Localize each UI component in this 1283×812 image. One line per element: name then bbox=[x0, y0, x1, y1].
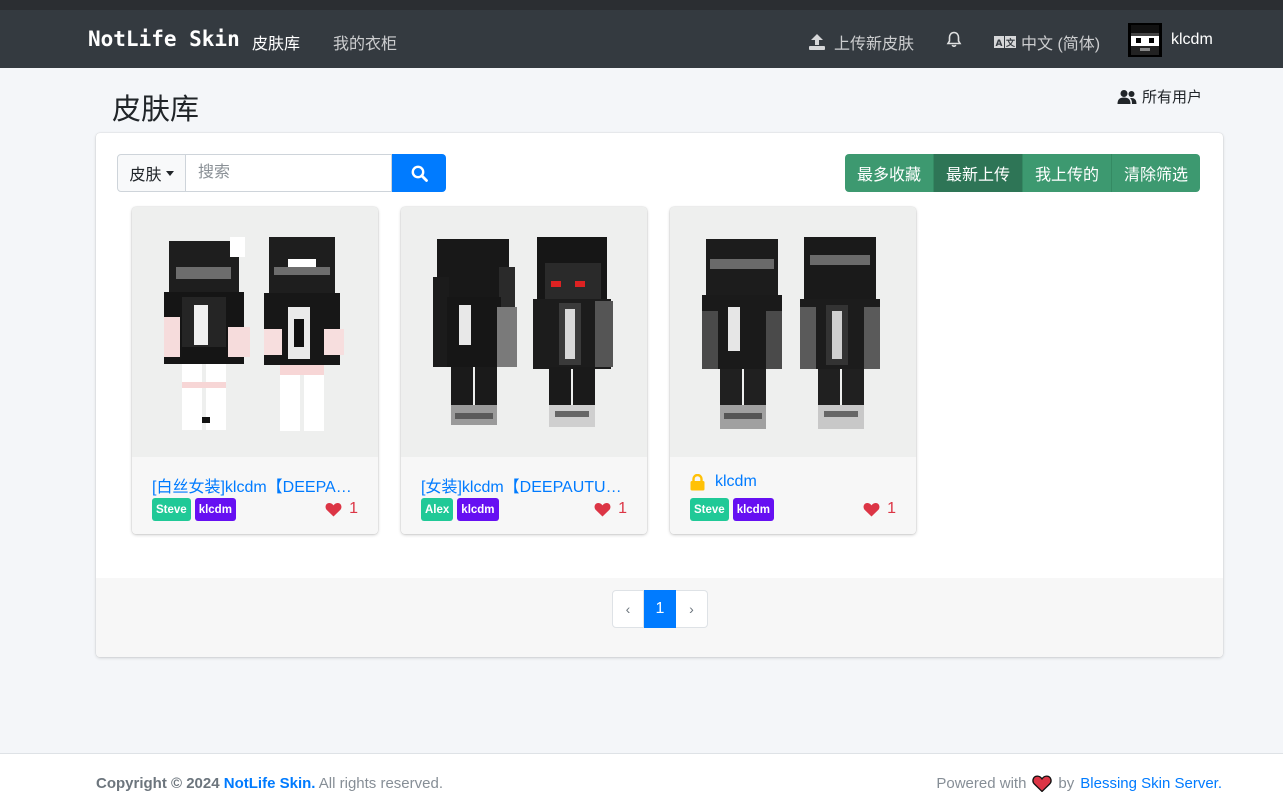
skin-card[interactable]: [女装]klcdm【DEEPAUTUMN】 Alex klcdm 1 bbox=[401, 207, 647, 534]
lock-icon bbox=[690, 473, 705, 490]
rights-text: All rights reserved. bbox=[318, 775, 443, 792]
skin-preview[interactable] bbox=[401, 207, 647, 457]
language-selector[interactable]: A 文 中文 (简体) bbox=[994, 30, 1100, 54]
like-count-value: 1 bbox=[618, 500, 627, 517]
heart-icon bbox=[1032, 775, 1053, 792]
skin-info: [白丝女装]klcdm【DEEPAUTUMN】 Steve klcdm 1 bbox=[132, 457, 378, 534]
skin-card[interactable]: [白丝女装]klcdm【DEEPAUTUMN】 Steve klcdm 1 bbox=[132, 207, 378, 534]
sort-most-liked-button[interactable]: 最多收藏 bbox=[845, 154, 935, 192]
user-menu[interactable]: klcdm bbox=[1128, 23, 1213, 57]
skin-badges: Steve klcdm bbox=[690, 498, 774, 521]
nav-link-closet[interactable]: 我的衣柜 bbox=[333, 30, 397, 54]
model-badge: Steve bbox=[690, 498, 729, 521]
skin-info: [女装]klcdm【DEEPAUTUMN】 Alex klcdm 1 bbox=[401, 457, 647, 534]
next-page-button[interactable]: › bbox=[676, 590, 708, 628]
svg-text:A: A bbox=[996, 39, 1003, 49]
copyright-text: Copyright © 2024 NotLife Skin. All right… bbox=[96, 775, 443, 792]
prev-page-button[interactable]: ‹ bbox=[612, 590, 644, 628]
uploader-badge[interactable]: klcdm bbox=[194, 498, 236, 521]
clear-filters-button[interactable]: 清除筛选 bbox=[1112, 154, 1201, 192]
skin-info: klcdm Steve klcdm 1 bbox=[670, 457, 916, 534]
bell-icon bbox=[946, 31, 962, 47]
page-title: 皮肤库 bbox=[112, 94, 200, 126]
like-count[interactable]: 1 bbox=[594, 500, 627, 518]
site-footer: Copyright © 2024 NotLife Skin. All right… bbox=[0, 753, 1283, 812]
blessing-skin-link[interactable]: Blessing Skin Server. bbox=[1080, 775, 1222, 792]
notifications-button[interactable] bbox=[946, 31, 962, 53]
like-count-value: 1 bbox=[349, 500, 358, 517]
like-count-value: 1 bbox=[887, 500, 896, 517]
search-icon bbox=[411, 165, 428, 182]
all-users-filter[interactable]: 所有用户 bbox=[1117, 86, 1202, 107]
nav-link-skin-library[interactable]: 皮肤库 bbox=[252, 30, 300, 54]
skin-card[interactable]: klcdm Steve klcdm 1 bbox=[670, 207, 916, 534]
caret-down-icon bbox=[165, 170, 174, 176]
skin-name: klcdm bbox=[715, 473, 757, 490]
model-badge: Steve bbox=[152, 498, 191, 521]
users-icon bbox=[1117, 89, 1137, 104]
type-dropdown-label: 皮肤 bbox=[129, 167, 162, 184]
language-label: 中文 (简体) bbox=[1021, 36, 1101, 53]
powered-prefix: Powered with bbox=[936, 775, 1027, 792]
search-group: 皮肤 bbox=[117, 154, 446, 192]
skin-library-card: 皮肤 最多收藏 最新上传 我上传的 清除筛选 bbox=[96, 133, 1223, 657]
skin-preview[interactable] bbox=[132, 207, 378, 457]
powered-by-word: by bbox=[1058, 775, 1075, 792]
upload-skin-label: 上传新皮肤 bbox=[834, 36, 915, 53]
svg-text:文: 文 bbox=[1005, 37, 1016, 49]
like-count[interactable]: 1 bbox=[325, 500, 358, 518]
heart-icon bbox=[325, 502, 342, 516]
type-dropdown[interactable]: 皮肤 bbox=[117, 154, 186, 192]
like-count[interactable]: 1 bbox=[863, 500, 896, 518]
skin-badges: Steve klcdm bbox=[152, 498, 236, 521]
powered-by: Powered with by Blessing Skin Server. bbox=[936, 775, 1222, 792]
sort-my-uploads-button[interactable]: 我上传的 bbox=[1023, 154, 1113, 192]
search-input[interactable] bbox=[186, 154, 392, 192]
heart-icon bbox=[594, 502, 611, 516]
browser-bookmarks-strip bbox=[0, 0, 1283, 10]
skin-name-link[interactable]: [女装]klcdm【DEEPAUTUMN】 bbox=[421, 473, 631, 497]
language-icon: A 文 bbox=[994, 36, 1016, 49]
upload-skin-link[interactable]: 上传新皮肤 bbox=[808, 30, 914, 54]
search-button[interactable] bbox=[392, 154, 446, 192]
page-button-current[interactable]: 1 bbox=[644, 590, 676, 628]
upload-icon bbox=[809, 34, 825, 50]
skin-name: [白丝女装]klcdm【DEEPAUTUMN】 bbox=[152, 479, 362, 496]
uploader-badge[interactable]: klcdm bbox=[732, 498, 774, 521]
brand-logo[interactable]: NotLife Skin bbox=[88, 27, 240, 51]
heart-icon bbox=[863, 502, 880, 516]
model-badge: Alex bbox=[421, 498, 454, 521]
skin-preview[interactable] bbox=[670, 207, 916, 457]
card-footer: ‹ 1 › bbox=[96, 578, 1223, 657]
username-label: klcdm bbox=[1171, 31, 1213, 48]
skin-name-link[interactable]: klcdm bbox=[690, 473, 900, 491]
sort-button-group: 最多收藏 最新上传 我上传的 清除筛选 bbox=[845, 154, 1201, 192]
all-users-label: 所有用户 bbox=[1142, 89, 1203, 106]
pagination: ‹ 1 › bbox=[612, 590, 708, 628]
skin-name: [女装]klcdm【DEEPAUTUMN】 bbox=[421, 479, 631, 496]
skin-badges: Alex klcdm bbox=[421, 498, 499, 521]
footer-site-link[interactable]: NotLife Skin. bbox=[224, 775, 316, 792]
uploader-badge[interactable]: klcdm bbox=[457, 498, 499, 521]
skin-name-link[interactable]: [白丝女装]klcdm【DEEPAUTUMN】 bbox=[152, 473, 362, 497]
top-navbar: NotLife Skin 皮肤库 我的衣柜 上传新皮肤 A 文 中文 (简体) bbox=[0, 10, 1283, 68]
copyright-prefix: Copyright © 2024 bbox=[96, 775, 220, 792]
avatar bbox=[1128, 23, 1162, 57]
sort-newest-button[interactable]: 最新上传 bbox=[934, 154, 1024, 192]
